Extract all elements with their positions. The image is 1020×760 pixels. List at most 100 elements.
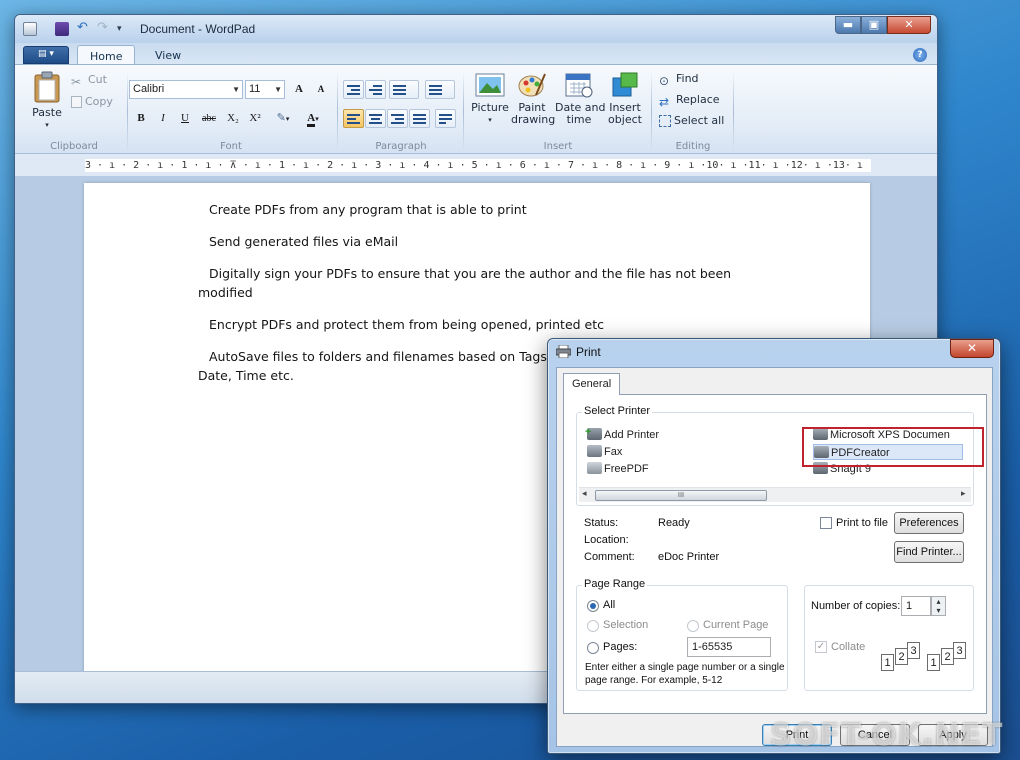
ruler: 3 · ı · 2 · ı · 1 · ı · ⊼ · ı · 1 · ı · …	[15, 154, 937, 176]
document-paragraph: modified	[198, 285, 253, 300]
paste-button[interactable]: Paste ▾	[29, 71, 65, 133]
insert-object-button[interactable]: Insert object	[605, 71, 645, 126]
replace-button[interactable]: ⇄ Replace	[659, 91, 720, 109]
find-label: Find	[676, 72, 699, 85]
align-left-button[interactable]	[343, 109, 364, 128]
increase-indent-button[interactable]	[365, 80, 386, 99]
scroll-left-icon[interactable]: ◂	[582, 489, 587, 499]
indent-icon	[347, 85, 360, 97]
printer-item-label: Fax	[604, 446, 623, 458]
picture-label: Picture	[471, 101, 509, 114]
printer-list-scrollbar[interactable]: ◂ III ▸	[579, 487, 971, 502]
group-divider	[337, 71, 338, 153]
spin-down-icon[interactable]: ▾	[932, 606, 945, 615]
printer-item-freepdf[interactable]: FreePDF	[587, 461, 649, 477]
group-divider	[733, 71, 734, 153]
align-center-button[interactable]	[365, 109, 386, 128]
line-spacing-button[interactable]	[425, 80, 455, 99]
replace-label: Replace	[676, 93, 720, 106]
ribbon: Paste ▾ ✂ Cut Copy Clipboard Calibri ▼ 11…	[15, 64, 937, 154]
scroll-right-icon[interactable]: ▸	[961, 489, 966, 499]
minimize-button[interactable]: ▬	[835, 16, 861, 34]
paragraph-icon	[439, 114, 452, 126]
pages-radio[interactable]	[587, 642, 599, 654]
align-right-button[interactable]	[387, 109, 408, 128]
cut-button[interactable]: ✂ Cut	[71, 71, 107, 89]
customize-toolbar-icon[interactable]: ▾	[117, 22, 131, 36]
current-page-radio[interactable]	[687, 620, 699, 632]
app-icon[interactable]	[23, 22, 37, 36]
close-button[interactable]: ✕	[950, 339, 994, 358]
maximize-button[interactable]: ▣	[861, 16, 887, 34]
copy-button[interactable]: Copy	[71, 93, 113, 111]
bullets-button[interactable]	[389, 80, 419, 99]
copies-spinner[interactable]: ▴ ▾	[931, 596, 946, 616]
selection-radio[interactable]	[587, 620, 599, 632]
scrollbar-thumb[interactable]: III	[595, 490, 767, 501]
group-divider	[127, 71, 128, 153]
save-icon[interactable]	[55, 22, 69, 36]
window-title: Document - WordPad	[140, 22, 256, 36]
paragraph-settings-button[interactable]	[435, 109, 456, 128]
select-printer-legend: Select Printer	[582, 405, 653, 417]
find-printer-button[interactable]: Find Printer...	[894, 541, 964, 563]
subscript-button[interactable]: X₂	[223, 109, 243, 128]
undo-icon[interactable]: ↶	[77, 21, 91, 36]
tab-view[interactable]: View	[143, 45, 193, 65]
printer-item-add-printer[interactable]: + Add Printer	[585, 426, 660, 443]
page-card: 3	[907, 642, 920, 659]
copies-label: Number of copies:	[811, 600, 901, 612]
date-time-button[interactable]: Date and time	[555, 71, 605, 126]
tab-home[interactable]: Home	[77, 45, 136, 65]
app-menu-button[interactable]: ▤ ▾	[23, 46, 69, 64]
page-card: 3	[953, 642, 966, 659]
dialog-body: General Select Printer + Add Printer Fax …	[556, 367, 993, 747]
strikethrough-button[interactable]: abc	[197, 109, 221, 128]
all-pages-radio[interactable]	[587, 600, 599, 612]
italic-button[interactable]: I	[153, 109, 173, 128]
cut-label: Cut	[88, 73, 107, 86]
select-all-button[interactable]: Select all	[659, 112, 724, 130]
tab-general[interactable]: General	[563, 373, 621, 395]
ruler-scale[interactable]: 3 · ı · 2 · ı · 1 · ı · ⊼ · ı · 1 · ı · …	[85, 159, 871, 172]
decrease-indent-button[interactable]	[343, 80, 364, 99]
superscript-button[interactable]: X²	[245, 109, 265, 128]
document-paragraph: Digitally sign your PDFs to ensure that …	[209, 266, 732, 281]
document-paragraph: Create PDFs from any program that is abl…	[209, 202, 527, 217]
copies-input[interactable]: 1	[901, 596, 931, 616]
picture-button[interactable]: Picture ▾	[471, 71, 509, 126]
pages-label: Pages:	[603, 641, 638, 653]
font-family-value: Calibri	[133, 83, 165, 95]
redo-icon[interactable]: ↷	[97, 21, 111, 36]
location-label: Location:	[584, 534, 629, 546]
printer-item-fax[interactable]: Fax	[587, 444, 622, 460]
scissors-icon: ✂	[71, 75, 82, 89]
list-icon	[393, 85, 406, 97]
preferences-button[interactable]: Preferences	[894, 512, 964, 534]
grow-font-button[interactable]: A	[289, 80, 309, 99]
shrink-font-button[interactable]: A	[311, 80, 331, 99]
bold-button[interactable]: B	[131, 109, 151, 128]
highlight-button[interactable]: ✎▾	[269, 109, 297, 128]
font-color-button[interactable]: A▾	[299, 109, 327, 128]
replace-icon: ⇄	[659, 95, 670, 109]
title-bar: ↶ ↷ ▾ Document - WordPad ▬ ▣ ✕	[15, 15, 937, 43]
paint-drawing-button[interactable]: Paint drawing	[511, 71, 555, 126]
underline-button[interactable]: U	[175, 109, 195, 128]
pages-input[interactable]: 1-65535	[687, 637, 771, 657]
font-family-select[interactable]: Calibri ▼	[129, 80, 243, 99]
document-paragraph: Send generated files via eMail	[209, 234, 399, 249]
insert-object-label: Insert object	[608, 101, 642, 126]
print-to-file-checkbox[interactable]	[820, 517, 832, 529]
justify-button[interactable]	[409, 109, 430, 128]
find-button[interactable]: ⊙ Find	[659, 70, 699, 88]
printer-item-label: Add Printer	[604, 429, 660, 441]
justify-icon	[413, 114, 426, 126]
close-button[interactable]: ✕	[887, 16, 931, 34]
collate-checkbox[interactable]: ✓	[815, 641, 827, 653]
paste-label: Paste	[32, 106, 62, 119]
help-icon[interactable]: ?	[913, 48, 927, 62]
group-divider	[463, 71, 464, 153]
font-size-select[interactable]: 11 ▼	[245, 80, 285, 99]
spin-up-icon[interactable]: ▴	[932, 597, 945, 606]
